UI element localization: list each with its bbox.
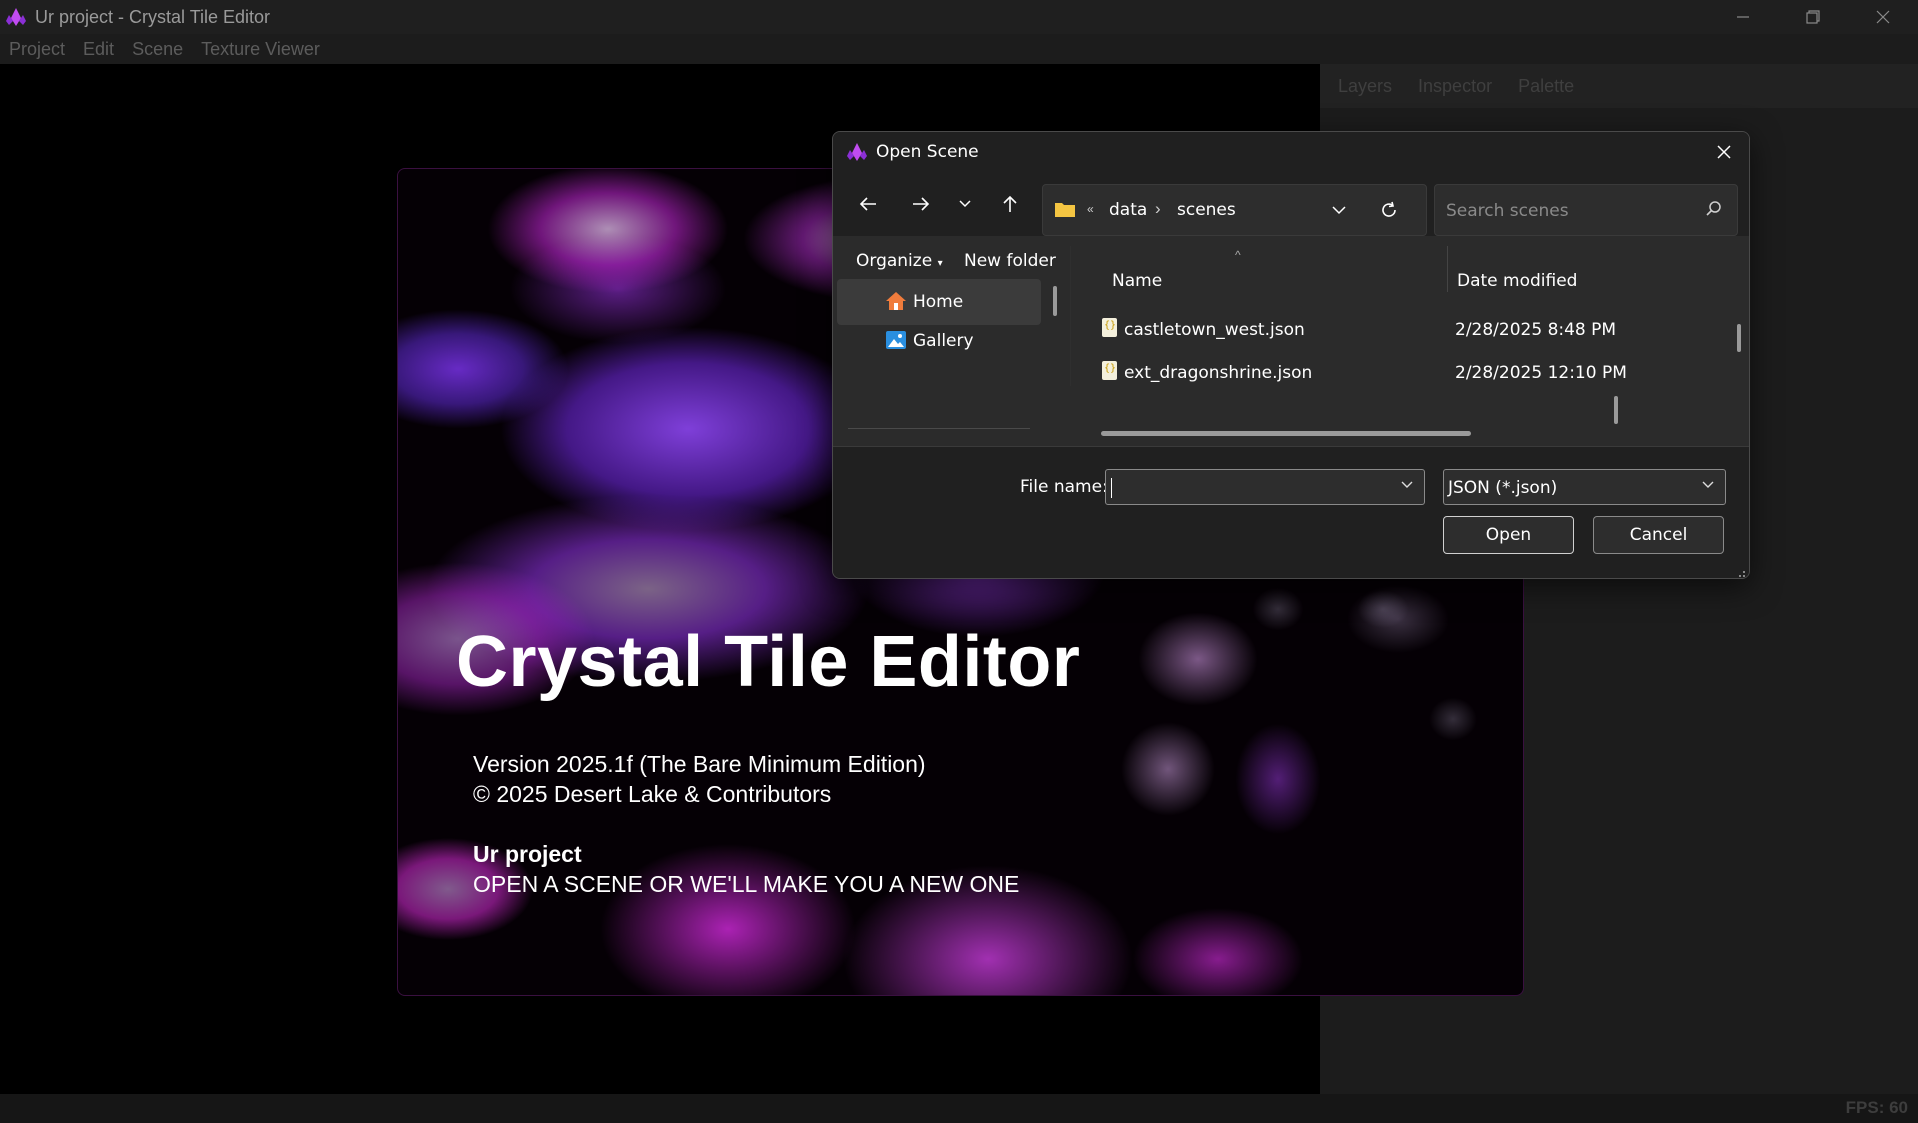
panel-tabs: Layers Inspector Palette [1320,64,1918,108]
tab-inspector[interactable]: Inspector [1418,76,1492,97]
file-name: ext_dragonshrine.json [1124,363,1313,383]
file-type-select[interactable]: JSON (*.json) [1443,469,1726,505]
menubar: Project Edit Scene Texture Viewer [0,34,1918,64]
tab-layers[interactable]: Layers [1338,76,1392,97]
sort-ascending-icon: ^ [1235,248,1241,262]
menu-project[interactable]: Project [9,39,65,60]
dialog-navbar: « data › scenes Search scenes [833,172,1749,236]
menu-scene[interactable]: Scene [132,39,183,60]
file-list-vertical-scrollbar[interactable] [1737,324,1741,352]
search-placeholder: Search scenes [1446,201,1569,221]
breadcrumb-data[interactable]: data [1109,200,1147,220]
file-list-scrollbar[interactable] [1614,396,1618,424]
window-title: Ur project - Crystal Tile Editor [35,6,271,27]
splash-project-name: Ur project [473,841,582,867]
recent-chevron-down-icon[interactable] [947,186,983,222]
search-icon[interactable] [1705,200,1723,223]
up-arrow-icon[interactable] [992,186,1028,222]
splash-copyright: © 2025 Desert Lake & Contributors [473,781,832,807]
breadcrumb-scenes[interactable]: scenes [1177,200,1236,220]
sidebar-item-gallery[interactable]: Gallery [837,318,1041,364]
folder-icon [1054,200,1076,223]
breadcrumb-overflow[interactable]: « [1087,202,1094,216]
statusbar: FPS: 60 [0,1094,1918,1123]
menu-edit[interactable]: Edit [83,39,114,60]
cancel-button[interactable]: Cancel [1593,516,1724,554]
file-date: 2/28/2025 12:10 PM [1455,363,1627,383]
crystal-app-icon [3,4,29,30]
menu-texture-viewer[interactable]: Texture Viewer [201,39,320,60]
file-type-dropdown-icon [1701,478,1715,497]
window-titlebar: Ur project - Crystal Tile Editor [0,0,1918,34]
back-arrow-icon[interactable] [850,186,886,222]
file-name-label: File name: [1020,477,1108,497]
file-name-input[interactable] [1105,469,1425,505]
column-date-modified[interactable]: Date modified [1457,271,1577,291]
splash-version: Version 2025.1f (The Bare Minimum Editio… [473,751,926,777]
resize-grip-icon[interactable] [1736,565,1746,577]
home-icon [885,291,907,316]
sidebar-scrollbar[interactable] [1053,286,1057,316]
json-file-icon [1102,361,1117,380]
file-row[interactable]: castletown_west.json 2/28/2025 8:48 PM [1070,310,1730,350]
gallery-icon [885,330,907,355]
search-scenes-input[interactable]: Search scenes [1434,184,1738,236]
open-button[interactable]: Open [1443,516,1574,554]
new-folder-button[interactable]: New folder [964,251,1056,271]
splash-title: Crystal Tile Editor [456,622,1081,702]
dialog-close-icon[interactable] [1709,138,1739,166]
sidebar-item-gallery-label: Gallery [913,331,974,351]
tab-palette[interactable]: Palette [1518,76,1574,97]
organize-dropdown-icon: ▾ [937,258,943,269]
minimize-icon[interactable] [1708,0,1778,34]
fps-counter: FPS: 60 [1845,1098,1908,1117]
sidebar-item-home-label: Home [913,292,964,312]
forward-arrow-icon[interactable] [903,186,939,222]
close-icon[interactable] [1848,0,1918,34]
text-caret [1111,478,1112,498]
dialog-title: Open Scene [876,142,979,162]
file-list-horizontal-scrollbar[interactable] [1101,431,1471,436]
json-file-icon [1102,318,1117,337]
dialog-footer: File name: JSON (*.json) Open Cancel [833,446,1749,578]
restore-icon[interactable] [1778,0,1848,34]
crystal-app-icon [844,139,870,165]
dialog-titlebar: Open Scene [833,132,1749,172]
splash-message: OPEN A SCENE OR WE'LL MAKE YOU A NEW ONE [473,871,1020,897]
refresh-icon[interactable] [1379,200,1399,225]
file-name: castletown_west.json [1124,320,1305,340]
column-divider[interactable] [1447,246,1448,292]
sidebar-divider [848,428,1030,429]
file-row[interactable]: ext_dragonshrine.json 2/28/2025 12:10 PM [1070,353,1730,386]
file-type-value: JSON (*.json) [1448,478,1558,498]
open-scene-dialog: Open Scene « data › scenes Search scenes… [832,131,1750,579]
address-bar[interactable]: « data › scenes [1042,184,1427,236]
address-dropdown-icon[interactable] [1330,201,1348,224]
column-name[interactable]: Name [1112,271,1162,291]
organize-label: Organize [856,251,933,271]
breadcrumb-separator-icon: › [1155,199,1161,218]
file-name-dropdown-icon[interactable] [1400,478,1414,497]
organize-button[interactable]: Organize ▾ [856,251,943,271]
file-date: 2/28/2025 8:48 PM [1455,320,1617,340]
